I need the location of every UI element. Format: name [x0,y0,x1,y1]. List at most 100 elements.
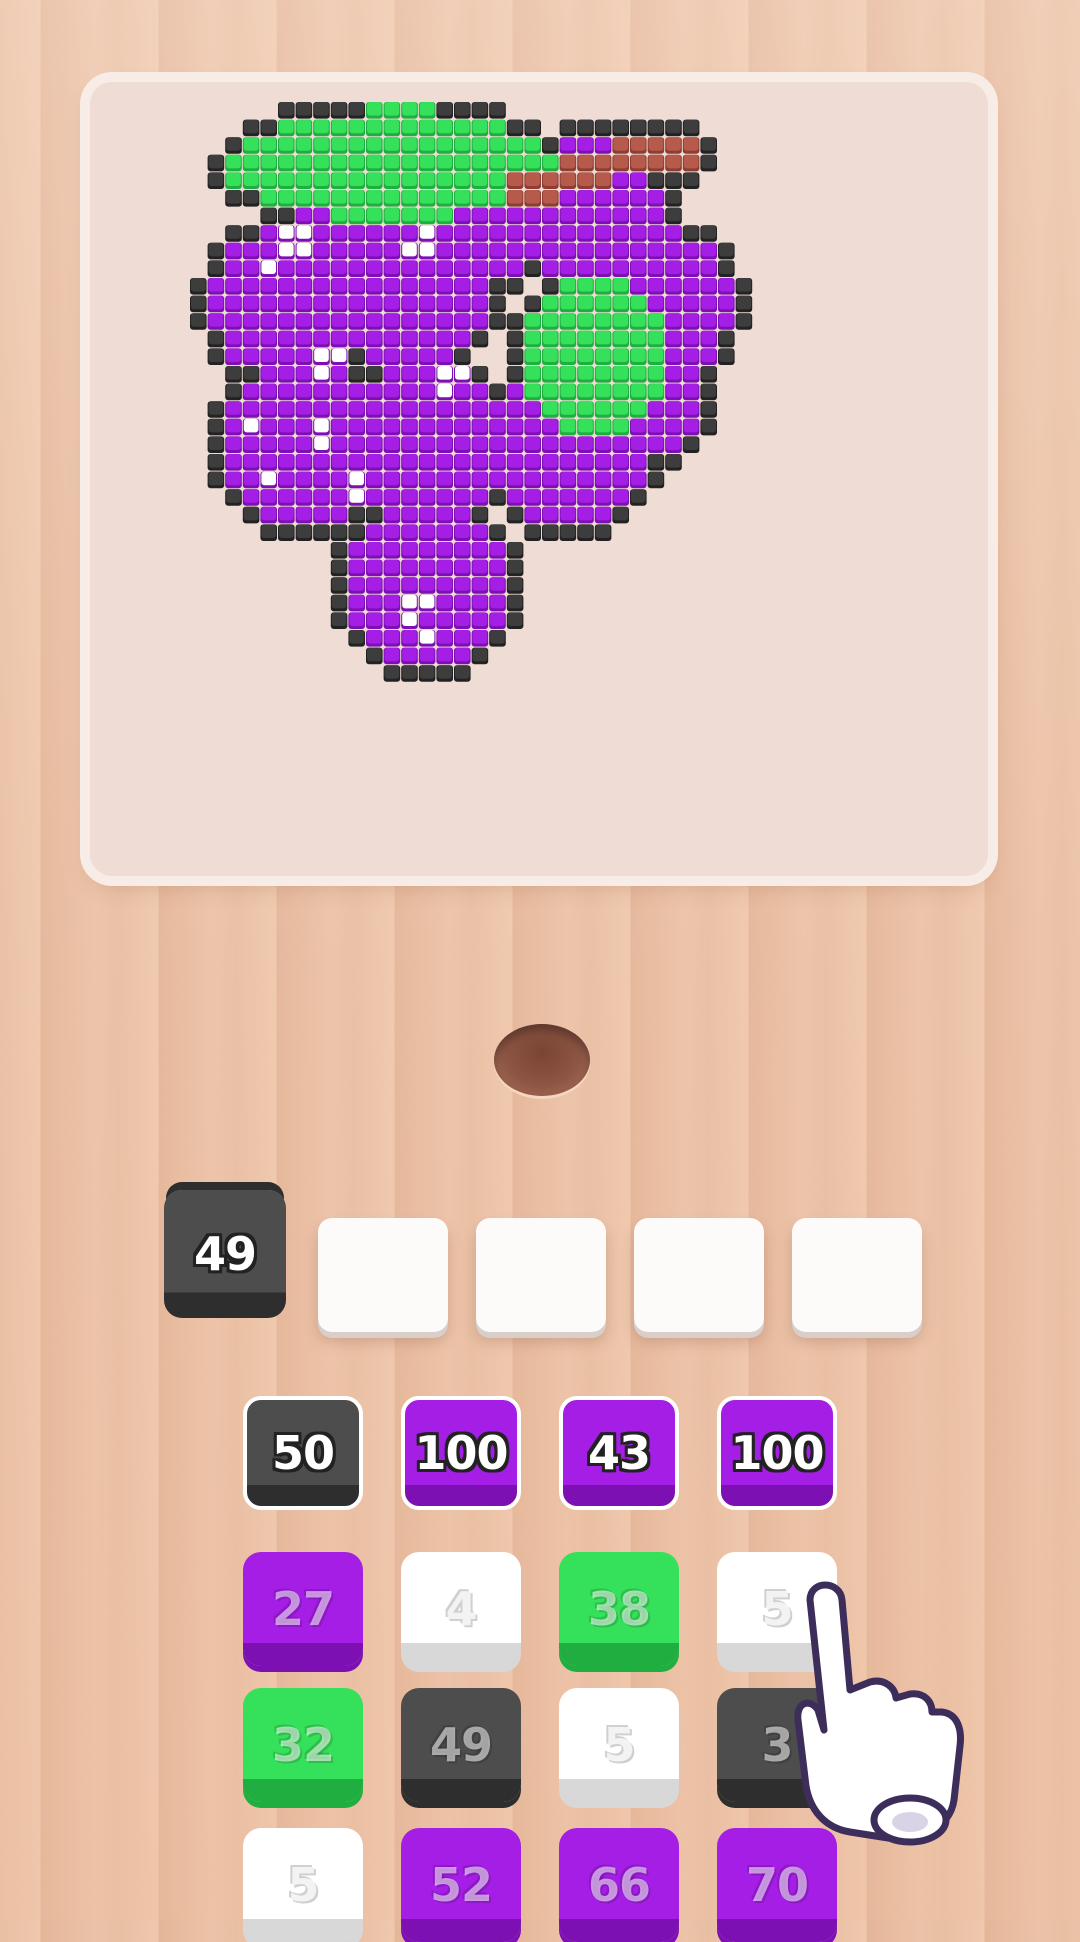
pixel-cell [384,154,400,169]
pixel-cell [613,383,628,398]
pixel-cell [384,577,400,591]
pixel-cell [261,454,276,468]
pixel-cell [507,366,523,380]
pixel-cell [314,260,329,274]
pixel-cell [208,330,224,345]
pixel-cell [296,330,312,345]
pixel-cell [349,119,364,134]
pixel-cell [525,295,540,310]
number-tile[interactable]: 43 [559,1396,679,1510]
pixel-cell [296,137,312,151]
pixel-cell [331,242,347,257]
pixel-cell [507,242,523,257]
pixel-cell [455,119,470,134]
pixel-cell [419,630,435,644]
pixel-cell [613,154,628,169]
pixel-cell [455,594,470,609]
pixel-cell [455,366,470,380]
pixel-cell [314,102,329,116]
pixel-cell [384,647,400,662]
pixel-cell [349,242,364,257]
pixel-cell [683,260,699,274]
pixel-cell [296,454,312,468]
empty-holder-slot [476,1218,606,1332]
pixel-cell [208,278,224,292]
pixel-cell [331,401,347,415]
pixel-cell [243,119,259,134]
pixel-cell [648,383,664,398]
drop-hole[interactable] [494,1024,590,1096]
pixel-cell [384,190,400,204]
pixel-cell [507,542,523,556]
pixel-cell [560,190,576,204]
pixel-cell [578,119,593,134]
pixel-cell [455,260,470,274]
pixel-cell [226,418,241,433]
pixel-cell [683,401,699,415]
pixel-cell [367,454,382,468]
pixel-cell [349,330,364,345]
pixel-cell [384,348,400,362]
pixel-cell [261,418,276,433]
pixel-cell [208,471,224,486]
pixel-cell [525,348,540,362]
pixel-cell [331,207,347,222]
pixel-cell [349,418,364,433]
number-tile[interactable]: 100 [401,1396,521,1510]
pixel-cell [472,436,488,450]
pixel-cell [490,154,505,169]
pixel-cell [419,542,435,556]
pixel-cell [384,436,400,450]
pixel-cell [437,366,452,380]
number-tile[interactable]: 100 [717,1396,837,1510]
pixel-cell [419,295,435,310]
pixel-cell [243,313,259,327]
pixel-cell [243,348,259,362]
pixel-cell [279,436,294,450]
pixel-cell [402,348,417,362]
pixel-cell [191,295,206,310]
pixel-cell [349,137,364,151]
pixel-cell [243,154,259,169]
pixel-cell [736,313,752,327]
pointer-hand-icon [794,1581,964,1846]
pixel-cell [419,119,435,134]
pixel-cell [701,137,716,151]
pixel-cell [648,313,664,327]
pixel-cell [631,401,646,415]
pixel-cell [472,260,488,274]
pixel-cell [331,383,347,398]
pixel-cell [419,172,435,186]
pixel-cell [384,559,400,574]
tile-value: 50 [271,1426,335,1480]
pixel-cell [507,471,523,486]
pixel-cell [472,207,488,222]
pixel-cell [314,278,329,292]
holder-tile[interactable]: 49 [164,1190,286,1318]
pixel-cell [507,383,523,398]
pixel-cell [490,313,505,327]
pixel-cell [331,225,347,239]
pixel-cell [419,383,435,398]
pixel-cell [560,154,576,169]
pixel-cell [384,489,400,503]
pixel-cell [683,225,699,239]
pixel-cell [683,418,699,433]
pixel-cell [402,154,417,169]
pixel-cell [648,260,664,274]
pixel-cell [331,612,347,626]
pixel-cell [525,471,540,486]
pixel-cell [595,418,611,433]
pixel-cell [349,313,364,327]
pixel-cell [296,225,312,239]
pixel-cell [455,102,470,116]
pixel-cell [507,154,523,169]
pixel-cell [613,506,628,521]
pixel-cell [455,506,470,521]
pixel-cell [208,242,224,257]
pixel-cell [367,260,382,274]
pixel-cell [719,330,734,345]
pixel-cell [384,401,400,415]
pixel-cell [472,647,488,662]
number-tile[interactable]: 50 [243,1396,363,1510]
